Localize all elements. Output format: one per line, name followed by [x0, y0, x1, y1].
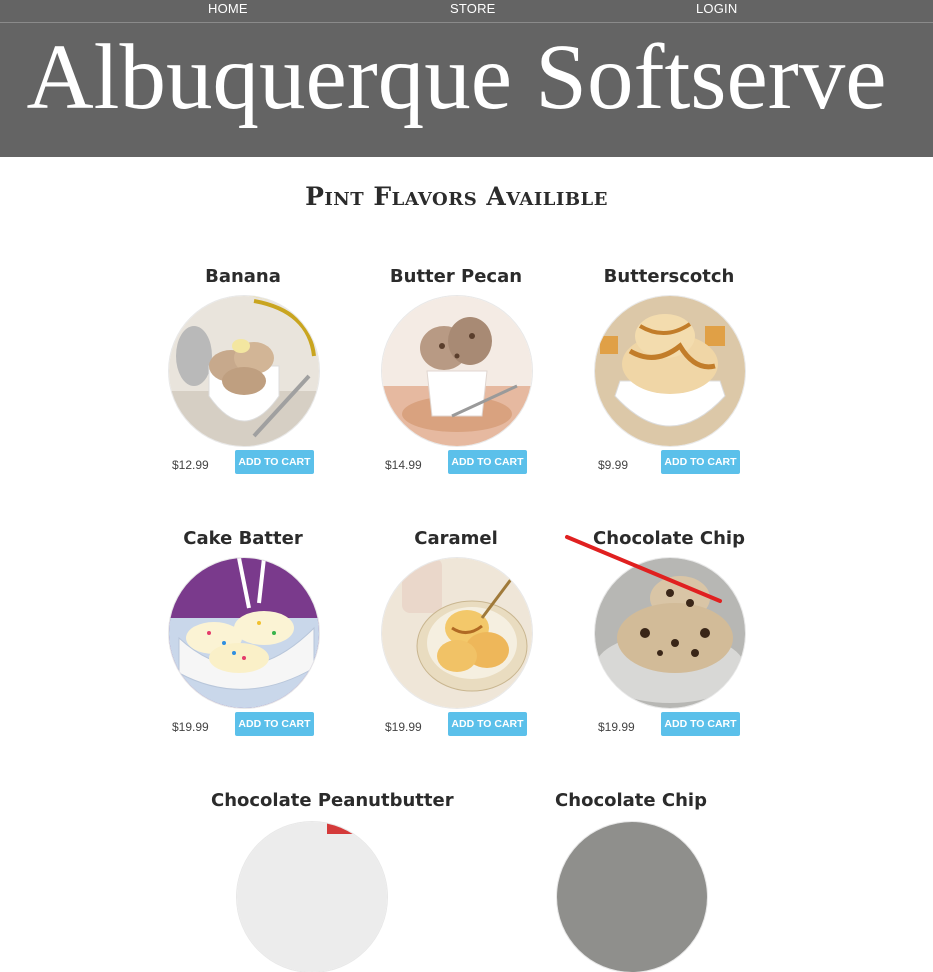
- add-to-cart-button[interactable]: ADD TO CART: [448, 450, 527, 474]
- product-name: Caramel: [414, 528, 498, 549]
- product-price: $9.99: [598, 458, 629, 472]
- nav-home-link[interactable]: HOME: [208, 1, 248, 16]
- product-price: $19.99: [598, 720, 635, 734]
- add-to-cart-button[interactable]: ADD TO CART: [661, 712, 740, 736]
- add-to-cart-button[interactable]: ADD TO CART: [661, 450, 740, 474]
- product-price: $19.99: [172, 720, 209, 734]
- product-name: Butterscotch: [603, 266, 735, 287]
- add-to-cart-button[interactable]: ADD TO CART: [235, 712, 314, 736]
- product-image-chocolate-peanutbutter[interactable]: [237, 822, 387, 972]
- product-image-chocolate-chip-2[interactable]: [557, 822, 707, 972]
- product-name: Cake Batter: [183, 528, 303, 549]
- product-image-chocolate-chip[interactable]: [595, 558, 745, 708]
- product-name: Chocolate Chip: [593, 528, 745, 549]
- product-price: $19.99: [385, 720, 422, 734]
- product-image-butterscotch[interactable]: [595, 296, 745, 446]
- product-name: Chocolate Peanutbutter: [211, 790, 454, 811]
- product-name: Chocolate Chip: [555, 790, 707, 811]
- site-header: HOME STORE LOGIN Albuquerque Softserve: [0, 0, 933, 157]
- product-name: Banana: [205, 266, 281, 287]
- site-title: Albuquerque Softserve: [26, 26, 887, 129]
- nav-login-link[interactable]: LOGIN: [696, 1, 737, 16]
- product-price: $12.99: [172, 458, 209, 472]
- product-image-butter-pecan[interactable]: [382, 296, 532, 446]
- product-price: $14.99: [385, 458, 422, 472]
- nav-store-link[interactable]: STORE: [450, 1, 496, 16]
- product-image-banana[interactable]: [169, 296, 319, 446]
- add-to-cart-button[interactable]: ADD TO CART: [235, 450, 314, 474]
- section-title: Pint Flavors Availible: [305, 182, 608, 211]
- product-image-caramel[interactable]: [382, 558, 532, 708]
- product-name: Butter Pecan: [389, 266, 523, 287]
- add-to-cart-button[interactable]: ADD TO CART: [448, 712, 527, 736]
- product-image-cake-batter[interactable]: [169, 558, 319, 708]
